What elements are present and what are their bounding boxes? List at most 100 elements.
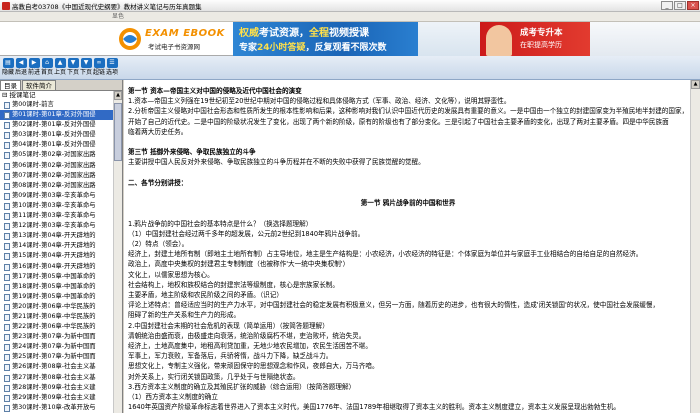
document-icon [4, 364, 10, 372]
document-icon [4, 283, 10, 291]
tree-item[interactable]: 第28课时-第09章-社会主义建 [0, 383, 113, 393]
tab-software-intro[interactable]: 软件简介 [22, 80, 56, 90]
document-icon [4, 112, 10, 120]
close-button[interactable]: × [687, 1, 699, 10]
tab-contents[interactable]: 目录 [0, 80, 21, 90]
content-scrollbar[interactable]: ▲ [690, 80, 700, 413]
ad-person-image [486, 25, 512, 56]
tree-item[interactable]: 第30课时-第10章-改革开放与 [0, 403, 113, 413]
tree-item[interactable]: 第13课时-第04章-开天辟地的 [0, 231, 113, 241]
document-icon [4, 334, 10, 342]
hide-button[interactable]: ▤ 隐藏 [2, 58, 14, 78]
tree-item-label: 第10课时-第03章-辛亥革命与 [12, 201, 96, 209]
tree-item-label: 第06课时-第02章-对国家出路 [12, 161, 96, 169]
menu-label[interactable]: 显色 [112, 13, 124, 20]
tree-item[interactable]: 第17课时-第05章-中国革命的 [0, 272, 113, 282]
tree-root-label: 授课笔记 [9, 91, 36, 99]
options-icon: ☰ [106, 58, 118, 68]
content-line: 二、各节分别讲授： [128, 178, 188, 187]
next-page-label: 下页 [67, 69, 80, 76]
tree-item[interactable]: 第18课时-第05章-中国革命的 [0, 282, 113, 292]
tree-item[interactable]: 第29课时-第09章-社会主义建 [0, 393, 113, 403]
tree-item[interactable]: 第08课时-第02章-对国家出路 [0, 181, 113, 191]
document-icon [4, 202, 10, 210]
tree-item-label: 第30课时-第10章-改革开放与 [12, 403, 96, 411]
scroll-up-icon[interactable]: ▲ [114, 91, 122, 100]
options-button[interactable]: ☰ 选项 [106, 58, 118, 78]
home-label: 首页 [41, 69, 54, 76]
content-scroll-up-icon[interactable]: ▲ [691, 80, 700, 89]
tree-item-label: 第27课时-第08章-社会主义基 [12, 373, 96, 381]
tree-item[interactable]: 第09课时-第03章-辛亥革命与 [0, 191, 113, 201]
tree-item[interactable]: 第11课时-第03章-辛亥革命与 [0, 211, 113, 221]
tree-item[interactable]: 第23课时-第07章-为新中国而 [0, 332, 113, 342]
content-line: 临着两大历史任务。 [128, 127, 188, 136]
options-label: 选项 [106, 69, 119, 76]
ad2-line2: 在职提高学历 [520, 41, 562, 49]
next-page-button-2[interactable]: ▼ 下页 [80, 58, 92, 78]
tree-item-label: 第11课时-第03章-辛亥革命与 [12, 212, 96, 220]
minimize-button[interactable]: _ [661, 1, 673, 10]
document-icon [4, 182, 10, 190]
back-button[interactable]: ◀ 后退 [15, 58, 27, 78]
hyperlink-button[interactable]: ∞ 超链 [93, 58, 105, 78]
tree-item[interactable]: 第25课时-第07章-为新中国而 [0, 352, 113, 362]
window-title: 高教自考03708《中国近现代史纲要》教材讲义笔记与历年真题集 [12, 2, 202, 11]
tree-root-lecture-notes[interactable]: ⊟ 授课笔记 [0, 91, 113, 100]
tree-item[interactable]: 第12课时-第03章-辛亥革命与 [0, 221, 113, 231]
document-icon [4, 233, 10, 241]
forward-icon: ▶ [28, 58, 40, 68]
tree-item[interactable]: 第01课时-第01章-反对外国侵 [0, 110, 113, 121]
tree-item[interactable]: 第02课时-第01章-反对外国侵 [0, 120, 113, 130]
tree-item[interactable]: 第14课时-第04章-开天辟地的 [0, 241, 113, 251]
ad1-text-a2: 专家 [239, 43, 258, 53]
tree-scrollbar-thumb[interactable] [114, 103, 122, 161]
tree-item[interactable]: 第27课时-第08章-社会主义基 [0, 373, 113, 383]
forward-button[interactable]: ▶ 前进 [28, 58, 40, 78]
tree-item-label: 第26课时-第08章-社会主义基 [12, 363, 96, 371]
video-course-ad[interactable]: 权威考试资源，全程视频授课 专家24小时答疑，反复观看不限次数 [233, 22, 418, 56]
tree-item[interactable]: 第07课时-第02章-对国家出路 [0, 171, 113, 181]
tree-item[interactable]: 第20课时-第06章-中华民族的 [0, 302, 113, 312]
content-line: 开始了自己的近代史。二是中国的阶级状况发生了变化，出现了两个新的阶级，原有的阶级… [128, 117, 669, 126]
tree-item[interactable]: 第21课时-第06章-中华民族的 [0, 312, 113, 322]
home-button[interactable]: ⌂ 首页 [41, 58, 53, 78]
ad1-line1: 权威考试资源，全程视频授课 [239, 24, 369, 39]
prev-page-button[interactable]: ▲ 上页 [54, 58, 66, 78]
content-line: 思想文化上，专制主义强化，带来顽固保守的思想观念和作风，夜郎自大，万马齐喑。 [128, 362, 379, 371]
tree-item-label: 第15课时-第04章-开天辟地的 [12, 252, 96, 260]
tree-item-label: 第02课时-第01章-反对外国侵 [12, 121, 96, 129]
logo-title: EXAM EBOOK [145, 28, 225, 39]
ad1-highlight-a: 权威 [239, 28, 259, 39]
menu-bar: 显色 [0, 12, 700, 22]
title-bar: 高教自考03708《中国近现代史纲要》教材讲义笔记与历年真题集 _ □ × [0, 0, 700, 12]
tree-scrollbar[interactable]: ▲ [113, 91, 122, 413]
content-line: （1）中国封建社会经过两千多年的超发展，公元前2世纪到1840年鸦片战争前。 [128, 229, 365, 238]
tree-item[interactable]: 第15课时-第04章-开天辟地的 [0, 251, 113, 261]
document-icon [4, 132, 10, 140]
content-line: 对外关系上，实行闭关锁国政策，几乎处于与世隔绝状态。 [128, 372, 300, 381]
tree-item[interactable]: 第19课时-第05章-中国革命的 [0, 292, 113, 302]
next-page-button[interactable]: ▼ 下页 [67, 58, 79, 78]
content-line: 第一节 鸦片战争前的中国和世界 [360, 199, 456, 208]
tree-item[interactable]: 第26课时-第08章-社会主义基 [0, 362, 113, 372]
tree-item[interactable]: 第04课时-第01章-反对外国侵 [0, 140, 113, 150]
exam-ebook-logo[interactable]: EXAM EBOOK 考试电子书资源网 [118, 27, 230, 51]
document-icon [4, 263, 10, 271]
tree-item-label: 第29课时-第09章-社会主义建 [12, 393, 96, 401]
tree-item[interactable]: 第05课时-第02章-对国家出路 [0, 150, 113, 160]
tree-item[interactable]: 第24课时-第07章-为新中国而 [0, 342, 113, 352]
tree-item[interactable]: 第06课时-第02章-对国家出路 [0, 161, 113, 171]
maximize-button[interactable]: □ [674, 1, 686, 10]
tree-item-label: 第03课时-第01章-反对外国侵 [12, 131, 96, 139]
tree-item[interactable]: 第03课时-第01章-反对外国侵 [0, 130, 113, 140]
tree-item-label: 第13课时-第04章-开天辟地的 [12, 232, 96, 240]
tree-item[interactable]: 第16课时-第04章-开天辟地的 [0, 262, 113, 272]
degree-ad[interactable]: 成考专升本 在职提高学历 [480, 22, 590, 56]
tree-item[interactable]: 第00课时-前言 [0, 100, 113, 110]
tree-item[interactable]: 第22课时-第06章-中华民族的 [0, 322, 113, 332]
ad1-text-d: 视频授课 [329, 28, 369, 39]
forward-label: 前进 [28, 69, 41, 76]
document-icon [4, 384, 10, 392]
tree-item[interactable]: 第10课时-第03章-辛亥革命与 [0, 201, 113, 211]
